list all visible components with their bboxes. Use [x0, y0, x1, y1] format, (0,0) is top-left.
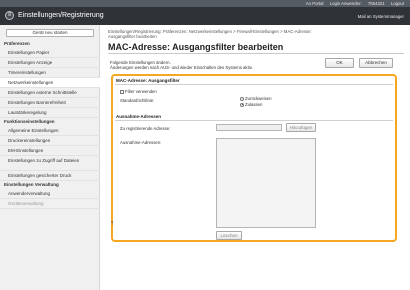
description-line-2: Änderungen werden nach AUS- und wieder E…: [110, 65, 253, 70]
page-top-icon[interactable]: ⤒: [111, 222, 113, 227]
sidebar-item[interactable]: Einstellungen gesicherter Druck: [0, 171, 100, 181]
app-header: ≡ Einstellungen/Registrierung Mail an Sy…: [0, 7, 410, 25]
sidebar-item[interactable]: Netzwerkeinstellungen: [0, 78, 100, 88]
delete-button[interactable]: Löschen: [216, 231, 242, 240]
use-filter-checkbox[interactable]: [120, 89, 124, 94]
sidebar-item[interactable]: Druckereinstellungen: [0, 136, 100, 146]
add-button[interactable]: Hinzufügen: [286, 123, 316, 132]
policy-option-allow[interactable]: Zulassen: [240, 102, 262, 107]
reject-radio[interactable]: [240, 96, 244, 101]
sidebar-item[interactable]: Einstellungen Anzeige: [0, 58, 100, 68]
portal-link[interactable]: An Portal: [306, 1, 324, 6]
sidebar-nav: Präferenzen Einstellungen Papier Einstellu…: [0, 40, 100, 209]
mac-filter-panel: MAC-Adresse: Ausgangsfilter Filter verwe…: [111, 74, 397, 242]
main-content: Einstellungen/Registrierung: Präferenzen…: [100, 25, 410, 290]
default-policy-label: Standardrichtlinie:: [120, 98, 155, 103]
exception-addresses-list[interactable]: [216, 138, 316, 228]
sidebar-category: Präferenzen: [4, 41, 30, 46]
panel-heading: MAC-Adresse: Ausgangsfilter: [115, 78, 393, 85]
sidebar-item[interactable]: Einstellungen externe Schnittstelle: [0, 88, 100, 98]
sidebar-item[interactable]: Einstellungen zu Zugriff auf Dateien: [0, 156, 100, 171]
register-address-input[interactable]: [216, 124, 282, 131]
allow-label: Zulassen: [245, 102, 263, 107]
use-filter-row[interactable]: Filter verwenden: [120, 89, 157, 94]
top-utility-bar: An Portal Login Anwender: 7654321 Logout: [0, 0, 410, 7]
app-logo-icon: ≡: [5, 11, 14, 20]
sidebar-item[interactable]: Timereinstellungen: [0, 68, 100, 78]
sidebar-item[interactable]: Geräteverwaltung: [0, 199, 100, 209]
sidebar-item[interactable]: Anwenderverwaltung: [0, 189, 100, 199]
mail-to-admin-link[interactable]: Mail an Systemmanager: [358, 14, 404, 19]
allow-radio[interactable]: [240, 102, 244, 107]
login-user-label: Login Anwender:: [329, 1, 362, 6]
reject-label: Zurückweisen: [245, 96, 272, 101]
app-title: Einstellungen/Registrierung: [18, 12, 104, 19]
register-address-label: Zu registrierende Adresse:: [120, 126, 171, 131]
page-title: MAC-Adresse: Ausgangsfilter bearbeiten: [108, 42, 284, 52]
title-divider: [108, 53, 404, 54]
sidebar-item[interactable]: EM-Einstellungen: [0, 146, 100, 156]
breadcrumb: Einstellungen/Registrierung: Präferenzen…: [108, 29, 398, 39]
login-user-id: 7654321: [367, 1, 385, 6]
ok-button[interactable]: OK: [325, 58, 354, 68]
sidebar-item[interactable]: Einstellungen Barrierefreiheit: [0, 98, 100, 108]
restart-device-button[interactable]: Gerät neu starten: [6, 29, 94, 37]
sidebar-item[interactable]: Einstellungen Papier: [0, 48, 100, 58]
cancel-button[interactable]: Abbrechen: [359, 58, 393, 68]
sidebar-item[interactable]: Allgemeine Einstellungen: [0, 126, 100, 136]
sidebar-item[interactable]: Lautstärkeregelung: [0, 108, 100, 118]
exception-addresses-label: Ausnahme-Adressen:: [120, 140, 162, 145]
description: Folgende Einstellungen ändern. Änderunge…: [110, 60, 253, 70]
sidebar-category: Einstellungen Verwaltung: [4, 182, 59, 187]
breadcrumb-line-2: Ausgangsfilter bearbeiten: [108, 34, 157, 39]
use-filter-label: Filter verwenden: [125, 89, 157, 94]
logout-link[interactable]: Logout: [391, 1, 404, 6]
topbar-links: An Portal Login Anwender: 7654321 Logout: [301, 1, 404, 6]
sidebar-category: Funktionseinstellungen: [4, 119, 55, 124]
policy-option-reject[interactable]: Zurückweisen: [240, 96, 272, 101]
exceptions-heading: Ausnahme-Adressen: [115, 114, 393, 121]
sidebar: Gerät neu starten Präferenzen Einstellung…: [0, 25, 100, 290]
